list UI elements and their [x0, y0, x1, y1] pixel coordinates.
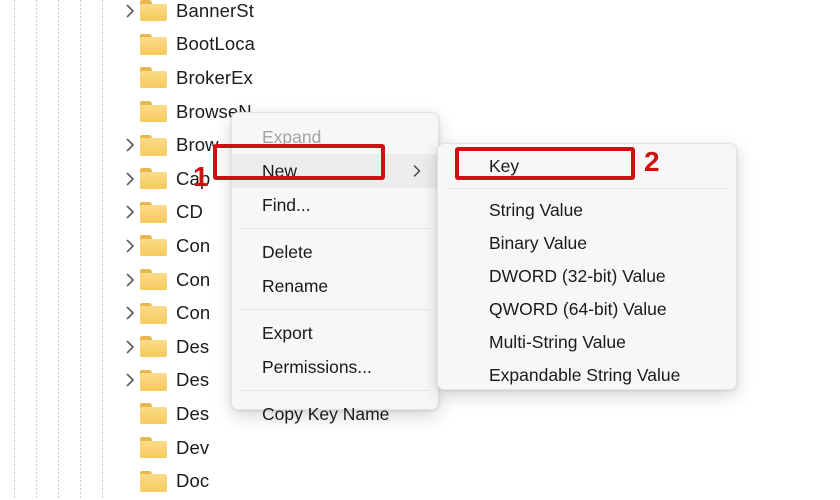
menu-separator — [240, 228, 430, 229]
folder-icon — [140, 336, 167, 358]
chevron-right-icon — [412, 165, 422, 178]
tree-row-label: Doc — [176, 470, 210, 492]
menu-item-find[interactable]: Find... — [232, 188, 438, 222]
submenu-item-qword-64-bit-value[interactable]: QWORD (64-bit) Value — [438, 293, 736, 326]
submenu-item-string-value[interactable]: String Value — [438, 194, 736, 227]
folder-icon — [140, 134, 167, 156]
tree-row-label: Des — [176, 369, 210, 391]
submenu-item-label: Binary Value — [489, 233, 587, 253]
chevron-right-icon[interactable] — [122, 137, 138, 153]
submenu-item-expandable-string-value[interactable]: Expandable String Value — [438, 359, 736, 392]
folder-icon — [140, 403, 167, 425]
tree-row-label: Con — [176, 302, 211, 324]
folder-icon — [140, 0, 167, 22]
tree-row[interactable]: BannerSt — [0, 0, 275, 28]
folder-icon — [140, 369, 167, 391]
menu-item-copy-key-name[interactable]: Copy Key Name — [232, 397, 438, 431]
menu-item-label: Permissions... — [262, 356, 372, 377]
folder-icon — [140, 67, 167, 89]
tree-row-label: Des — [176, 335, 210, 357]
menu-item-new[interactable]: New — [232, 154, 438, 188]
submenu-item-key[interactable]: Key — [438, 150, 736, 183]
new-submenu[interactable]: Key String Value Binary Value DWORD (32-bit… — [437, 143, 737, 390]
folder-icon — [140, 201, 167, 223]
tree-row-label: CD — [176, 201, 203, 223]
submenu-item-label: String Value — [489, 200, 584, 220]
folder-icon — [140, 235, 167, 257]
submenu-item-label: Key — [489, 156, 520, 176]
menu-item-delete[interactable]: Delete — [232, 235, 438, 269]
annotation-step-1: 1 — [193, 161, 209, 192]
menu-item-expand: Expand — [232, 120, 438, 154]
folder-icon — [140, 437, 167, 459]
tree-row-label: BannerSt — [176, 0, 254, 21]
chevron-right-icon[interactable] — [122, 372, 138, 388]
tree-row-label: Con — [176, 234, 211, 256]
tree-row[interactable]: BrokerEx — [0, 61, 275, 95]
menu-item-rename[interactable]: Rename — [232, 269, 438, 303]
submenu-item-dword-32-bit-value[interactable]: DWORD (32-bit) Value — [438, 260, 736, 293]
submenu-item-label: QWORD (64-bit) Value — [489, 299, 667, 319]
chevron-right-icon[interactable] — [122, 272, 138, 288]
chevron-right-icon[interactable] — [122, 238, 138, 254]
registry-key-context-menu[interactable]: Expand New Find... Delete Rename Export Permis… — [231, 112, 439, 424]
folder-icon — [140, 101, 167, 123]
menu-item-label: Rename — [262, 275, 329, 296]
tree-row[interactable]: BootLoca — [0, 28, 275, 62]
submenu-item-label: DWORD (32-bit) Value — [489, 266, 666, 286]
tree-row-label: Des — [176, 402, 210, 424]
submenu-item-multi-string-value[interactable]: Multi-String Value — [438, 326, 736, 359]
menu-separator — [240, 309, 430, 310]
menu-item-permissions[interactable]: Permissions... — [232, 350, 438, 384]
menu-separator — [446, 188, 728, 189]
chevron-right-icon[interactable] — [122, 339, 138, 355]
tree-row-label: Con — [176, 268, 211, 290]
folder-icon — [140, 33, 167, 55]
chevron-right-icon[interactable] — [122, 204, 138, 220]
folder-icon — [140, 269, 167, 291]
tree-row-label: Brow — [176, 134, 219, 156]
submenu-item-binary-value[interactable]: Binary Value — [438, 227, 736, 260]
submenu-item-label: Expandable String Value — [489, 365, 681, 385]
folder-icon — [140, 168, 167, 190]
menu-item-label: Expand — [262, 126, 322, 147]
menu-item-label: New — [262, 160, 298, 181]
tree-row[interactable]: Doc — [0, 464, 275, 498]
menu-item-label: Export — [262, 322, 313, 343]
chevron-right-icon[interactable] — [122, 171, 138, 187]
folder-icon — [140, 302, 167, 324]
menu-item-label: Delete — [262, 241, 313, 262]
tree-row-label: Dev — [176, 436, 210, 458]
tree-row[interactable]: Dev — [0, 431, 275, 465]
menu-separator — [240, 390, 430, 391]
chevron-right-icon[interactable] — [122, 305, 138, 321]
registry-editor-screen: BannerSt BootLoca BrokerEx BrowseN Brow Cap CD… — [0, 0, 840, 500]
folder-icon — [140, 470, 167, 492]
menu-item-label: Find... — [262, 194, 311, 215]
submenu-item-label: Multi-String Value — [489, 332, 626, 352]
tree-row-label: BootLoca — [176, 33, 255, 55]
menu-item-label: Copy Key Name — [262, 403, 390, 424]
tree-row-label: BrokerEx — [176, 66, 253, 88]
menu-item-export[interactable]: Export — [232, 316, 438, 350]
annotation-step-2: 2 — [644, 146, 660, 177]
chevron-right-icon[interactable] — [122, 3, 138, 19]
